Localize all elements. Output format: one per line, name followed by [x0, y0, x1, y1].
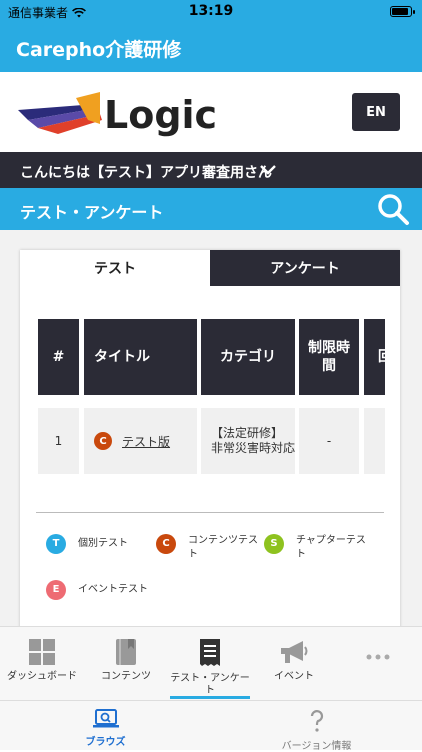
row-number: 1	[54, 434, 63, 448]
svg-text:Logic: Logic	[104, 93, 217, 137]
app-bar: Carepho介護研修	[0, 24, 422, 72]
content-test-badge-icon: C	[156, 534, 176, 554]
tab-label: イベント	[274, 671, 314, 682]
section-title: テスト・アンケート	[20, 203, 164, 222]
tab-more[interactable]	[336, 627, 420, 701]
header-time-limit: 制限時間	[299, 319, 359, 395]
tab-contents[interactable]: コンテンツ	[84, 627, 168, 701]
section-header: テスト・アンケート	[0, 188, 422, 230]
brand-row: Logic EN	[0, 72, 422, 152]
tab-events[interactable]: イベント	[252, 627, 336, 701]
nav-browse[interactable]: ブラウズ	[0, 701, 211, 751]
legend-label: イベントテスト	[78, 584, 148, 595]
chevron-down-icon[interactable]	[258, 160, 278, 180]
content-test-badge-icon: C	[94, 432, 112, 450]
tab-label: コンテンツ	[101, 671, 151, 682]
language-button[interactable]: EN	[352, 93, 400, 131]
nav-label: ブラウズ	[85, 737, 126, 748]
legend-event-test: E イベントテスト	[46, 580, 168, 600]
row-category: 【法定研修】 非常災害時対応	[211, 426, 296, 455]
legend-individual-test: T 個別テスト	[46, 534, 168, 554]
tab-label: ダッシュボード	[7, 671, 77, 682]
legend-label: コンテンツテスト	[188, 535, 258, 560]
browse-icon	[92, 709, 119, 728]
content-area: テスト アンケート # タイトル カテゴリ 制限時間 回 1 C テスト版 【法…	[0, 230, 422, 626]
header-number: #	[38, 319, 79, 395]
main-tab-bar: ダッシュボード コンテンツ テスト・アンケート イベント	[0, 626, 422, 700]
row-time-limit: -	[326, 434, 332, 448]
bottom-navigation: ブラウズ バージョン情報	[0, 700, 422, 752]
individual-test-badge-icon: T	[46, 534, 66, 554]
status-time: 13:19	[188, 3, 234, 19]
search-icon[interactable]	[376, 192, 410, 226]
tab-bar: テスト アンケート	[20, 250, 400, 286]
nav-label: バージョン情報	[281, 741, 352, 752]
tab-test[interactable]: テスト	[20, 250, 210, 286]
battery-icon	[390, 6, 415, 17]
legend-chapter-test: S チャプターテスト	[264, 534, 370, 562]
tab-test-survey[interactable]: テスト・アンケート	[168, 627, 252, 701]
cell-title: C テスト版	[84, 408, 197, 474]
header-title: タイトル	[84, 319, 197, 395]
dashboard-icon	[29, 639, 55, 665]
more-icon	[366, 654, 390, 660]
cell-number: 1	[38, 408, 79, 474]
test-survey-card: テスト アンケート # タイトル カテゴリ 制限時間 回 1 C テスト版 【法…	[20, 250, 400, 626]
user-greeting-bar[interactable]: こんにちは【テスト】アプリ審査用さん	[0, 152, 422, 188]
status-bar: 通信事業者 13:19	[0, 0, 422, 24]
app-title: Carepho介護研修	[16, 39, 182, 61]
event-test-badge-icon: E	[46, 580, 66, 600]
book-icon	[116, 639, 136, 665]
cell-time-limit: -	[299, 408, 359, 474]
receipt-icon	[200, 639, 220, 666]
question-icon	[310, 710, 323, 732]
legend-label: 個別テスト	[78, 538, 128, 549]
legend-label: チャプターテスト	[296, 535, 366, 560]
divider	[36, 512, 384, 513]
cell-attempts	[364, 408, 385, 474]
chapter-test-badge-icon: S	[264, 534, 284, 554]
header-attempts: 回	[364, 319, 385, 395]
tab-label: テスト・アンケート	[170, 673, 250, 696]
test-title-link[interactable]: テスト版	[122, 433, 170, 450]
nav-version-info[interactable]: バージョン情報	[211, 701, 422, 752]
megaphone-icon	[281, 641, 308, 663]
tab-survey[interactable]: アンケート	[210, 250, 400, 286]
test-table: # タイトル カテゴリ 制限時間 回 1 C テスト版 【法定研修】 非常災害時…	[38, 319, 385, 479]
legend-content-test: C コンテンツテスト	[156, 534, 258, 562]
logic-logo: Logic	[18, 92, 217, 137]
tab-dashboard[interactable]: ダッシュボード	[0, 627, 84, 701]
header-category: カテゴリ	[201, 319, 295, 395]
cell-category: 【法定研修】 非常災害時対応	[201, 408, 295, 474]
greeting-text: こんにちは【テスト】アプリ審査用さん	[20, 165, 272, 181]
